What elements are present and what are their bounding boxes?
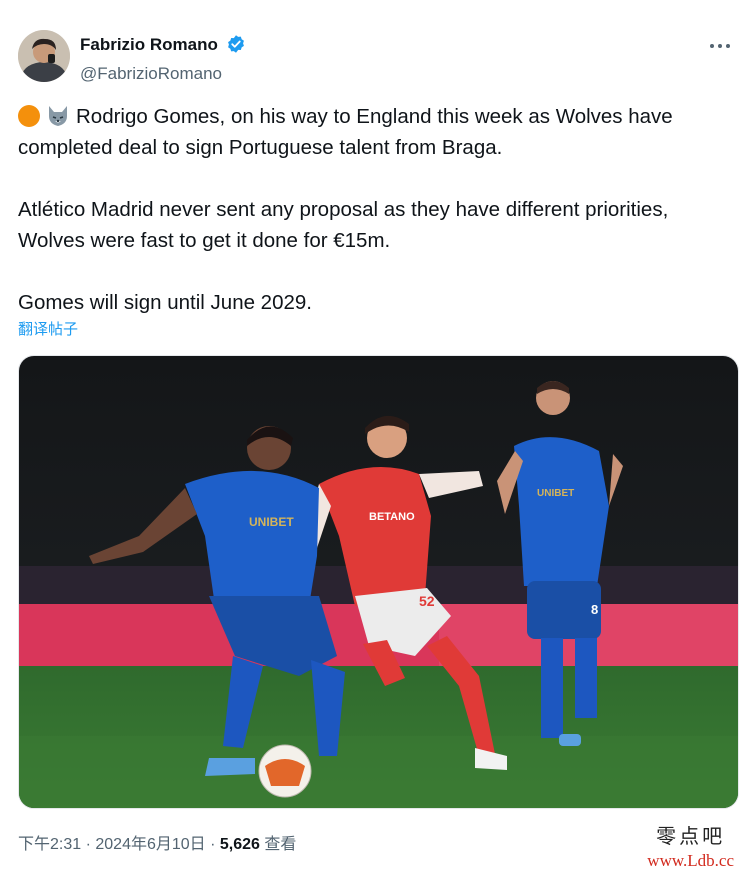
football-ball	[258, 744, 312, 798]
sponsor-label: BETANO	[369, 511, 415, 523]
shorts-number: 52	[419, 593, 435, 609]
tweet-header: Fabrizio Romano @FabrizioRomano	[18, 30, 732, 86]
meta-separator: ·	[81, 836, 96, 853]
author-display-name[interactable]: Fabrizio Romano	[80, 35, 218, 54]
shorts-number: 8	[591, 602, 598, 617]
site-watermark: 零点吧 www.Ldb.cc	[647, 820, 734, 871]
tweet-meta: 下午2:31 · 2024年6月10日 · 5,626 查看	[18, 830, 296, 854]
author-avatar[interactable]	[18, 30, 70, 82]
tweet-paragraph-3: Gomes will sign until June 2029.	[18, 291, 312, 314]
verified-badge-icon	[226, 34, 246, 59]
meta-separator: ·	[205, 836, 220, 853]
tweet-time[interactable]: 下午2:31	[18, 836, 81, 853]
wolf-icon	[46, 105, 70, 127]
tweet-paragraph-2: Atlético Madrid never sent any proposal …	[18, 198, 669, 252]
sponsor-label: UNIBET	[537, 488, 574, 499]
more-icon[interactable]	[708, 36, 732, 56]
tweet-date[interactable]: 2024年6月10日	[95, 836, 205, 853]
view-count: 5,626	[219, 836, 260, 853]
orange-circle-icon	[18, 105, 40, 127]
tweet-media-photo[interactable]: UNIBET 8 BETANO 52 UNIBET	[18, 355, 739, 809]
sponsor-label: UNIBET	[249, 515, 294, 529]
tweet-paragraph-1-text: Rodrigo Gomes, on his way to England thi…	[18, 105, 673, 159]
view-count-label: 查看	[259, 836, 297, 853]
translate-post-link[interactable]: 翻译帖子	[18, 318, 78, 339]
tweet-text: Rodrigo Gomes, on his way to England thi…	[18, 101, 732, 318]
tweet-paragraph-1: Rodrigo Gomes, on his way to England thi…	[18, 101, 732, 163]
watermark-text: 零点吧	[656, 824, 726, 848]
football-match-photo: UNIBET 8 BETANO 52 UNIBET	[19, 356, 738, 808]
watermark-url: www.Ldb.cc	[647, 851, 734, 870]
author-handle[interactable]: @FabrizioRomano	[80, 63, 246, 85]
